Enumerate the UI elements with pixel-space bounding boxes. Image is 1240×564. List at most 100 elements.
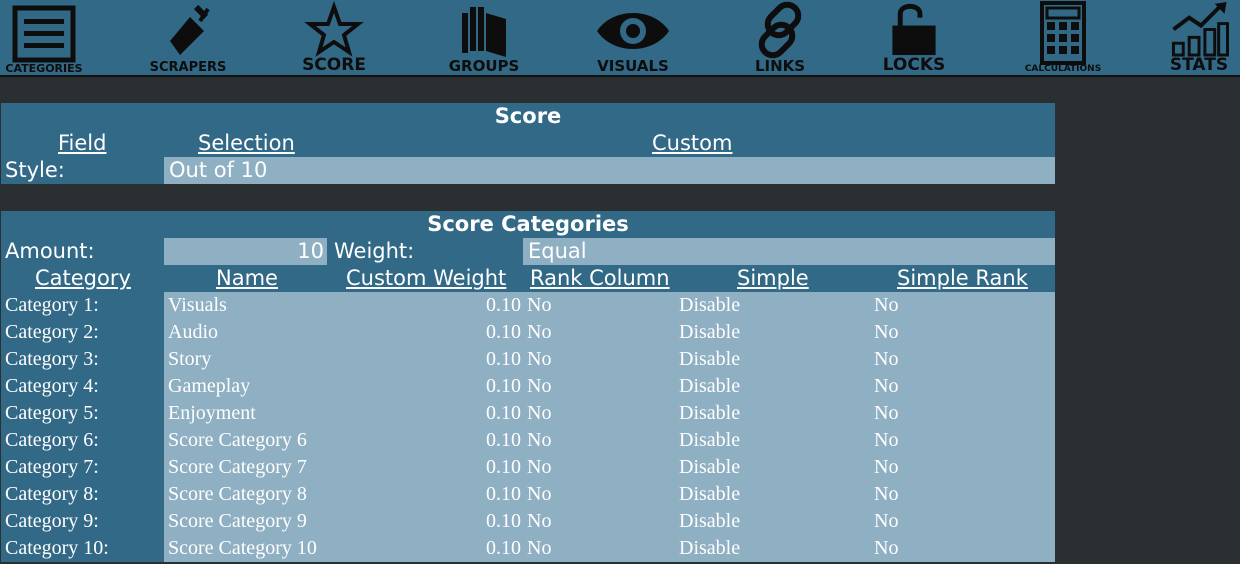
simple-rank-select[interactable]: No <box>874 481 898 508</box>
rank-column-select[interactable]: No <box>527 400 551 427</box>
custom-weight-input[interactable]: 0.10 <box>486 535 521 562</box>
simple-select[interactable]: Disable <box>679 535 740 562</box>
simple-rank-select[interactable]: No <box>874 292 898 319</box>
simple-select[interactable]: Disable <box>679 319 740 346</box>
category-name-input[interactable]: Score Category 8 <box>168 481 307 508</box>
category-name-input[interactable]: Gameplay <box>168 373 250 400</box>
row-fill <box>164 346 1055 373</box>
links-button[interactable]: LINKS <box>740 0 820 75</box>
groups-button[interactable]: GROUPS <box>444 0 524 75</box>
simple-select[interactable]: Disable <box>679 346 740 373</box>
simple-rank-select[interactable]: No <box>874 427 898 454</box>
table-row: Category 8: Score Category 8 0.10 No Disable… <box>1 481 1055 508</box>
custom-header: Custom <box>652 131 733 155</box>
unlock-icon <box>892 3 936 56</box>
simple-rank-select[interactable]: No <box>874 508 898 535</box>
simple-select[interactable]: Disable <box>679 292 740 319</box>
simple-select[interactable]: Disable <box>679 427 740 454</box>
locks-label: LOCKS <box>882 55 946 75</box>
custom-weight-input[interactable]: 0.10 <box>486 373 521 400</box>
category-name-input[interactable]: Score Category 9 <box>168 508 307 535</box>
table-row: Category 5: Enjoyment 0.10 No Disable No <box>1 400 1055 427</box>
table-row: Category 9: Score Category 9 0.10 No Disable… <box>1 508 1055 535</box>
category-label: Category 10: <box>5 537 109 559</box>
category-name-input[interactable]: Enjoyment <box>168 400 256 427</box>
row-fill <box>164 400 1055 427</box>
amount-label: Amount: <box>5 239 95 263</box>
score-button[interactable]: SCORE <box>294 0 374 75</box>
custom-weight-input[interactable]: 0.10 <box>486 400 521 427</box>
simple-header: Simple <box>737 266 809 290</box>
table-row: Category 2: Audio 0.10 No Disable No <box>1 319 1055 346</box>
rank-column-select[interactable]: No <box>527 292 551 319</box>
simple-rank-select[interactable]: No <box>874 400 898 427</box>
simple-select[interactable]: Disable <box>679 481 740 508</box>
simple-select[interactable]: Disable <box>679 454 740 481</box>
rank-column-select[interactable]: No <box>527 508 551 535</box>
books-icon <box>462 7 506 57</box>
rank-column-select[interactable]: No <box>527 454 551 481</box>
row-fill <box>164 319 1055 346</box>
category-name-input[interactable]: Story <box>168 346 211 373</box>
stats-button[interactable]: STATS <box>1162 0 1236 75</box>
custom-weight-input[interactable]: 0.10 <box>486 427 521 454</box>
score-title: Score <box>494 104 562 128</box>
score-categories-panel: Score Categories Amount: 10 Weight: Equa… <box>1 211 1055 562</box>
calculations-button[interactable]: CALCULATIONS <box>1018 0 1108 75</box>
style-select[interactable]: Out of 10 <box>164 157 1055 184</box>
simple-select[interactable]: Disable <box>679 508 740 535</box>
rank-column-select[interactable]: No <box>527 373 551 400</box>
simple-rank-select[interactable]: No <box>874 535 898 562</box>
simple-rank-select[interactable]: No <box>874 346 898 373</box>
groups-label: GROUPS <box>448 57 520 75</box>
category-name-input[interactable]: Score Category 10 <box>168 535 317 562</box>
rank-column-select[interactable]: No <box>527 427 551 454</box>
locks-button[interactable]: LOCKS <box>874 0 954 75</box>
categories-button[interactable]: CATEGORIES <box>4 0 84 75</box>
category-label: Category 9: <box>5 510 99 532</box>
rank-column-select[interactable]: No <box>527 319 551 346</box>
calculations-label: CALCULATIONS <box>1024 64 1102 74</box>
visuals-button[interactable]: VISUALS <box>592 0 674 75</box>
custom-weight-input[interactable]: 0.10 <box>486 319 521 346</box>
custom-weight-input[interactable]: 0.10 <box>486 292 521 319</box>
links-label: LINKS <box>754 57 806 75</box>
simple-rank-select[interactable]: No <box>874 319 898 346</box>
star-icon <box>304 1 364 57</box>
weight-label: Weight: <box>334 239 415 263</box>
category-label: Category 5: <box>5 402 99 424</box>
category-label: Category 7: <box>5 456 99 478</box>
score-panel: Score Field Selection Custom Style: Out … <box>1 103 1055 184</box>
category-rows: Category 1: Visuals 0.10 No Disable No Categor… <box>1 292 1055 562</box>
amount-input[interactable]: 10 <box>164 238 327 265</box>
custom-weight-header: Custom Weight <box>346 266 507 290</box>
rank-column-select[interactable]: No <box>527 346 551 373</box>
category-label: Category 2: <box>5 321 99 343</box>
score-categories-title: Score Categories <box>427 212 629 236</box>
category-name-input[interactable]: Audio <box>168 319 218 346</box>
category-label: Category 8: <box>5 483 99 505</box>
scrapers-button[interactable]: SCRAPERS <box>148 0 228 75</box>
table-row: Category 7: Score Category 7 0.10 No Disable… <box>1 454 1055 481</box>
row-fill <box>164 373 1055 400</box>
category-name-input[interactable]: Score Category 6 <box>168 427 307 454</box>
simple-rank-select[interactable]: No <box>874 454 898 481</box>
custom-weight-input[interactable]: 0.10 <box>486 454 521 481</box>
rank-column-select[interactable]: No <box>527 481 551 508</box>
category-name-input[interactable]: Visuals <box>168 292 227 319</box>
table-row: Category 6: Score Category 6 0.10 No Disable… <box>1 427 1055 454</box>
weight-select[interactable]: Equal <box>523 238 1055 265</box>
category-label: Category 3: <box>5 348 99 370</box>
simple-rank-select[interactable]: No <box>874 373 898 400</box>
simple-select[interactable]: Disable <box>679 373 740 400</box>
category-name-input[interactable]: Score Category 7 <box>168 454 307 481</box>
style-label: Style: <box>5 158 65 182</box>
simple-rank-header: Simple Rank <box>897 266 1028 290</box>
custom-weight-input[interactable]: 0.10 <box>486 346 521 373</box>
category-label: Category 1: <box>5 294 99 316</box>
rank-column-select[interactable]: No <box>527 535 551 562</box>
simple-select[interactable]: Disable <box>679 400 740 427</box>
custom-weight-input[interactable]: 0.10 <box>486 481 521 508</box>
calculator-icon <box>1040 1 1086 65</box>
custom-weight-input[interactable]: 0.10 <box>486 508 521 535</box>
